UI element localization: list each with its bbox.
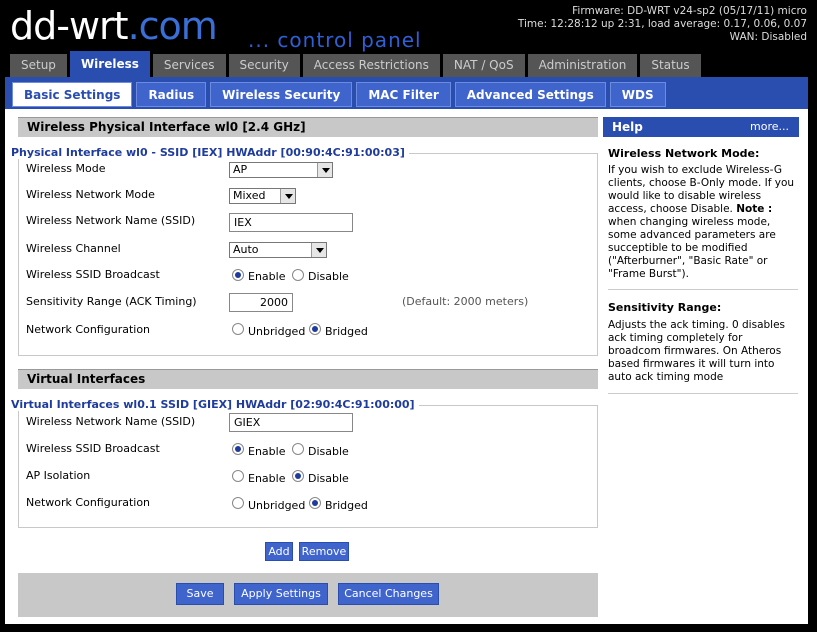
firmware-info: Firmware: DD-WRT v24-sp2 (05/17/11) micr… <box>518 5 807 44</box>
ssid-label: Wireless Network Name (SSID) <box>26 214 196 227</box>
help-title-bar: Help more... <box>603 117 799 137</box>
physical-interface-title: Wireless Physical Interface wl0 [2.4 GHz… <box>18 117 598 137</box>
virtual-ssid-broadcast-label: Wireless SSID Broadcast <box>26 442 160 455</box>
help-sensitivity-text: Adjusts the ack timing. 0 disables ack t… <box>608 319 786 383</box>
ssid-input[interactable] <box>229 213 353 232</box>
sub-tabs: Basic Settings Radius Wireless Security … <box>12 82 670 107</box>
virtual-broadcast-enable-radio[interactable] <box>232 443 244 455</box>
tab-setup[interactable]: Setup <box>10 54 67 77</box>
broadcast-disable-label: Disable <box>308 270 349 283</box>
chevron-down-icon <box>280 189 295 203</box>
wireless-mode-label: Wireless Mode <box>26 162 106 175</box>
virtual-netconf-bridged-radio[interactable] <box>309 497 321 509</box>
subtab-radius[interactable]: Radius <box>136 82 207 107</box>
wireless-mode-select[interactable]: AP <box>229 162 333 178</box>
tab-status[interactable]: Status <box>640 54 701 77</box>
isolation-disable-radio[interactable] <box>292 470 304 482</box>
virtual-broadcast-enable-label: Enable <box>248 445 286 458</box>
subtab-wds[interactable]: WDS <box>609 82 666 107</box>
control-panel-tagline: ... control panel <box>248 28 422 52</box>
wireless-channel-label: Wireless Channel <box>26 242 121 255</box>
wan-status: WAN: Disabled <box>729 31 807 43</box>
virtual-interfaces-title: Virtual Interfaces <box>18 369 598 389</box>
virtual-interface-legend: Virtual Interfaces wl0.1 SSID [GIEX] HWA… <box>11 398 419 411</box>
isolation-disable-label: Disable <box>308 472 349 485</box>
help-divider <box>608 393 798 394</box>
help-title: Help <box>612 120 643 134</box>
sensitivity-range-label: Sensitivity Range (ACK Timing) <box>26 295 197 308</box>
main-tabs: Setup Wireless Services Security Access … <box>10 51 704 77</box>
tab-services[interactable]: Services <box>152 54 226 77</box>
broadcast-enable-radio[interactable] <box>232 269 244 281</box>
netconf-unbridged-radio[interactable] <box>232 323 244 335</box>
virtual-netconf-bridged-label: Bridged <box>325 499 368 512</box>
broadcast-disable-radio[interactable] <box>292 269 304 281</box>
help-mode-text: If you wish to exclude Wireless-G client… <box>608 164 796 281</box>
wireless-mode-value: AP <box>233 163 248 176</box>
ssid-broadcast-label: Wireless SSID Broadcast <box>26 268 160 281</box>
tab-wireless[interactable]: Wireless <box>69 51 150 77</box>
help-mode-note-label: Note : <box>736 203 773 215</box>
isolation-enable-label: Enable <box>248 472 286 485</box>
remove-button[interactable]: Remove <box>299 542 349 561</box>
tab-administration[interactable]: Administration <box>527 54 638 77</box>
sensitivity-default-note: (Default: 2000 meters) <box>402 295 529 308</box>
netconf-bridged-radio[interactable] <box>309 323 321 335</box>
virtual-ssid-input[interactable] <box>229 413 353 432</box>
virtual-network-config-label: Network Configuration <box>26 496 151 509</box>
wireless-channel-select[interactable]: Auto <box>229 242 327 258</box>
firmware-version: Firmware: DD-WRT v24-sp2 (05/17/11) micr… <box>572 5 807 17</box>
ddwrt-logo: dd-wrt.com <box>10 4 218 48</box>
subtab-mac-filter[interactable]: MAC Filter <box>356 82 451 107</box>
save-button[interactable]: Save <box>176 583 224 605</box>
virtual-ssid-label: Wireless Network Name (SSID) <box>26 415 196 428</box>
help-sensitivity-heading: Sensitivity Range: <box>608 301 722 314</box>
network-mode-select[interactable]: Mixed <box>229 188 296 204</box>
subtab-wireless-security[interactable]: Wireless Security <box>210 82 353 107</box>
subtab-basic-settings[interactable]: Basic Settings <box>12 82 133 107</box>
virtual-netconf-unbridged-label: Unbridged <box>248 499 306 512</box>
wireless-channel-value: Auto <box>233 243 259 256</box>
virtual-broadcast-disable-radio[interactable] <box>292 443 304 455</box>
isolation-enable-radio[interactable] <box>232 470 244 482</box>
virtual-netconf-unbridged-radio[interactable] <box>232 497 244 509</box>
virtual-broadcast-disable-label: Disable <box>308 445 349 458</box>
tab-security[interactable]: Security <box>228 54 300 77</box>
network-config-label: Network Configuration <box>26 323 151 336</box>
help-mode-note: when changing wireless mode, some advanc… <box>608 216 776 280</box>
physical-interface-legend: Physical Interface wl0 - SSID [IEX] HWAd… <box>11 146 409 159</box>
tab-nat-qos[interactable]: NAT / QoS <box>442 54 525 77</box>
network-mode-value: Mixed <box>233 189 266 202</box>
add-button[interactable]: Add <box>265 542 293 561</box>
help-more-link[interactable]: more... <box>750 117 789 137</box>
apply-settings-button[interactable]: Apply Settings <box>234 583 328 605</box>
chevron-down-icon <box>311 243 326 257</box>
ap-isolation-label: AP Isolation <box>26 469 91 482</box>
tab-access-restrictions[interactable]: Access Restrictions <box>302 54 440 77</box>
header: dd-wrt.com ... control panel Firmware: D… <box>0 0 817 52</box>
sensitivity-range-input[interactable] <box>229 293 293 312</box>
netconf-unbridged-label: Unbridged <box>248 325 306 338</box>
broadcast-enable-label: Enable <box>248 270 286 283</box>
help-divider <box>608 289 798 290</box>
chevron-down-icon <box>317 163 332 177</box>
help-mode-heading: Wireless Network Mode: <box>608 147 760 160</box>
subtab-advanced-settings[interactable]: Advanced Settings <box>454 82 606 107</box>
cancel-changes-button[interactable]: Cancel Changes <box>338 583 439 605</box>
netconf-bridged-label: Bridged <box>325 325 368 338</box>
network-mode-label: Wireless Network Mode <box>26 188 155 201</box>
uptime-load: Time: 12:28:12 up 2:31, load average: 0.… <box>517 18 807 30</box>
